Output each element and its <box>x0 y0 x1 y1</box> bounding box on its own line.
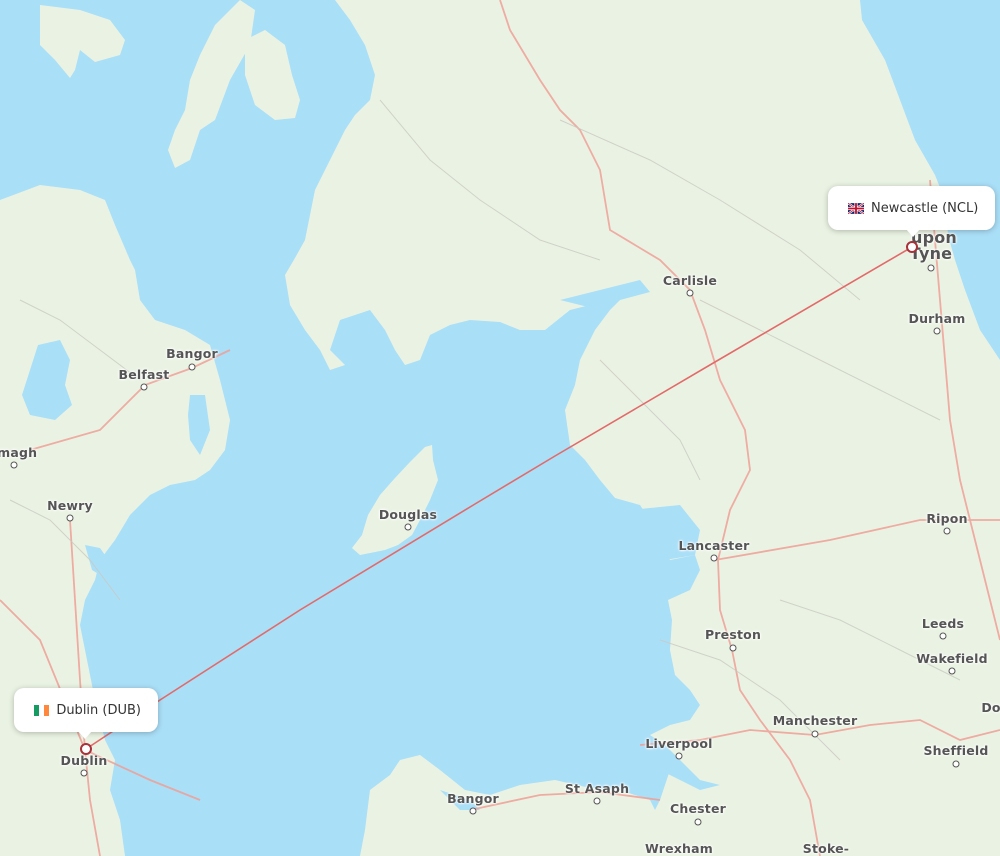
dublin-airport-pin[interactable] <box>80 743 92 755</box>
destination-label: Newcastle (NCL) <box>871 200 979 216</box>
origin-label: Dublin (DUB) <box>56 702 141 718</box>
city-marker-icon <box>140 383 148 391</box>
gb-flag-icon <box>847 201 865 215</box>
city-marker-icon <box>686 289 694 297</box>
city-label: Bangor <box>166 346 218 361</box>
city-marker-icon <box>927 264 935 272</box>
city-label: Dublin <box>60 753 108 768</box>
city-label: Manchester <box>772 713 858 728</box>
city-label: Wrexham <box>644 841 714 856</box>
city-marker-icon <box>66 514 74 522</box>
city-label: Do <box>981 700 1000 715</box>
city-marker-icon <box>943 527 951 535</box>
city-marker-icon <box>811 730 819 738</box>
city-label: Carlisle <box>662 273 718 288</box>
city-label: Lancaster <box>678 538 750 553</box>
city-marker-icon <box>933 327 941 335</box>
city-marker-icon <box>948 667 956 675</box>
newcastle-airport-pin[interactable] <box>906 241 918 253</box>
city-label: St Asaph <box>564 781 630 796</box>
city-label: Stoke- <box>802 841 850 856</box>
city-marker-icon <box>80 769 88 777</box>
city-label: Sheffield <box>923 743 989 758</box>
city-marker-icon <box>939 632 947 640</box>
city-label: rmagh <box>0 445 38 460</box>
origin-callout[interactable]: Dublin (DUB) <box>14 688 158 739</box>
city-label: Liverpool <box>645 736 713 751</box>
city-marker-icon <box>694 818 702 826</box>
city-label: Preston <box>704 627 762 642</box>
city-marker-icon <box>404 523 412 531</box>
city-marker-icon <box>729 644 737 652</box>
city-label: Newry <box>47 498 93 513</box>
city-marker-icon <box>469 807 477 815</box>
city-label: Wakefield <box>916 651 988 666</box>
city-marker-icon <box>188 363 196 371</box>
city-label: Chester <box>669 801 727 816</box>
city-label: Belfast <box>118 367 170 382</box>
city-label: Leeds <box>921 616 965 631</box>
city-marker-icon <box>593 797 601 805</box>
city-marker-icon <box>710 554 718 562</box>
city-marker-icon <box>675 752 683 760</box>
destination-callout[interactable]: Newcastle (NCL) <box>828 186 995 237</box>
city-marker-icon <box>952 760 960 768</box>
city-label: Ripon <box>926 511 968 526</box>
ie-flag-icon <box>34 704 50 716</box>
city-marker-icon <box>10 461 18 469</box>
city-label: Douglas <box>378 507 438 522</box>
city-label: Bangor <box>447 791 499 806</box>
city-label: Durham <box>908 311 966 326</box>
